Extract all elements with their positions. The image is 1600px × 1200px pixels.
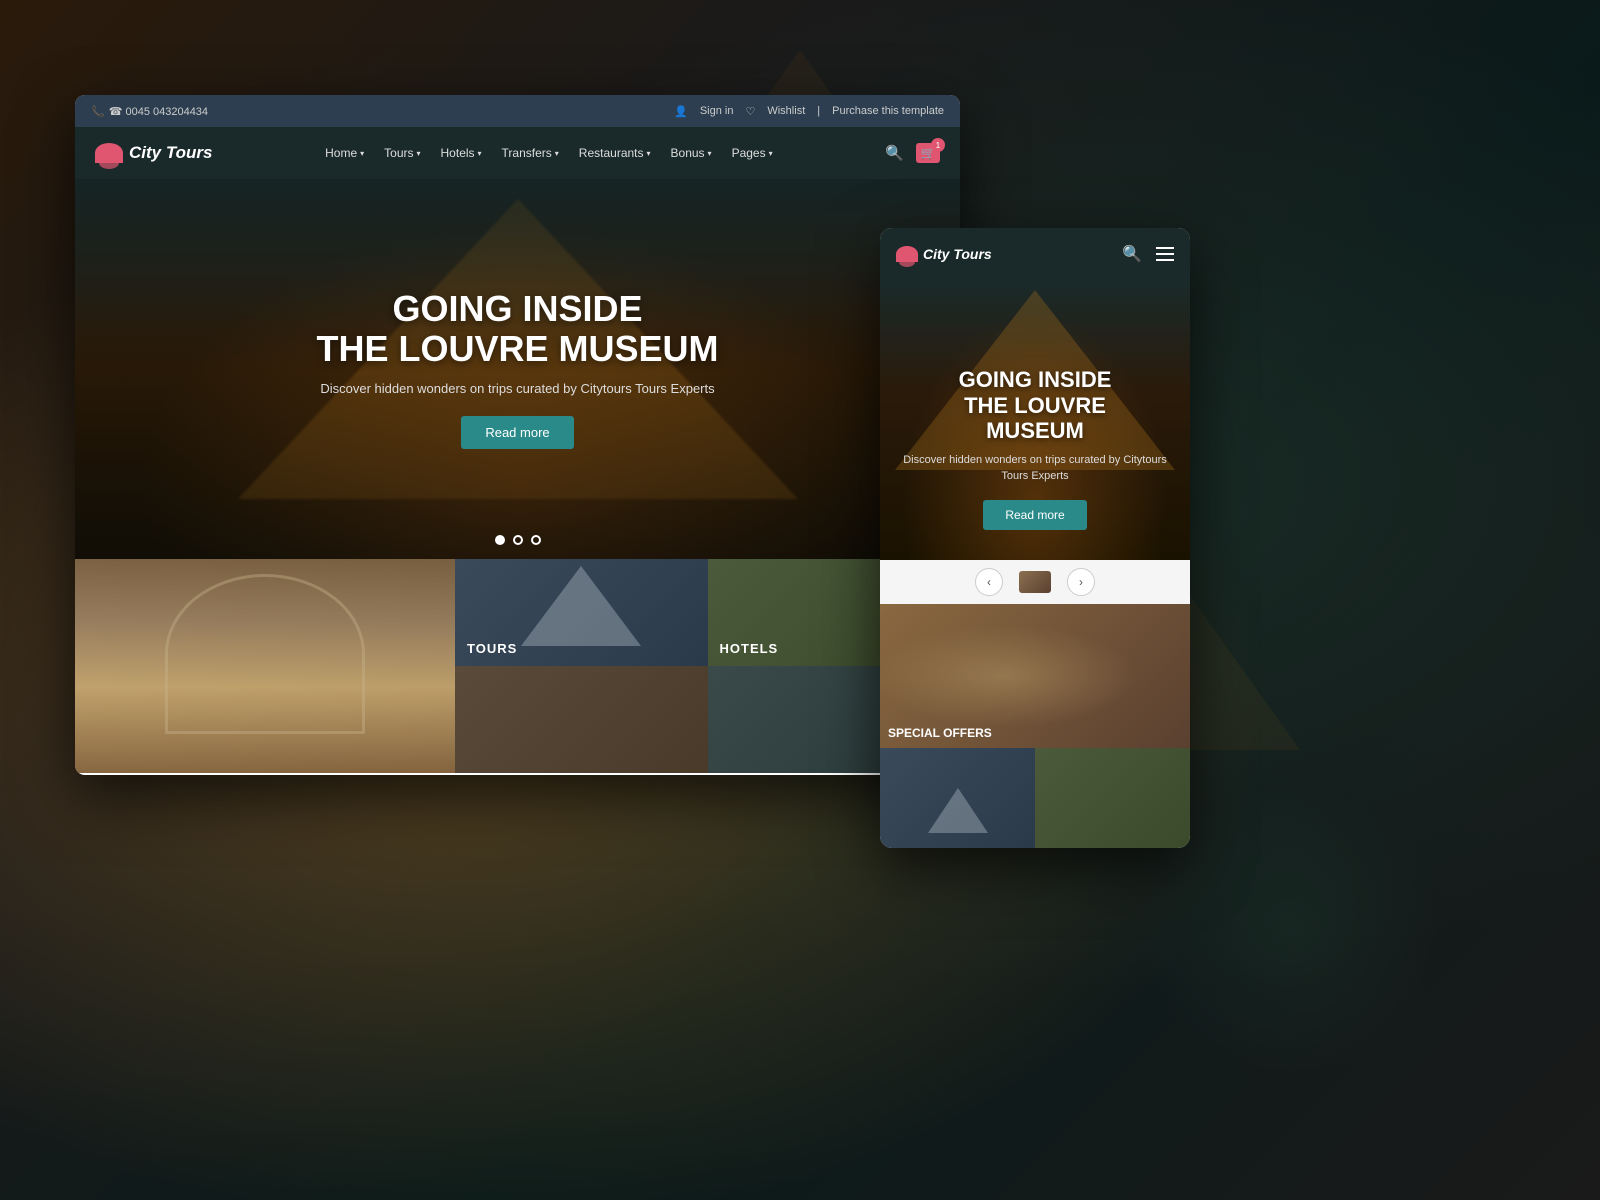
mobile-hero-content: GOING INSIDE THE LOUVRE MUSEUM Discover …	[880, 367, 1190, 530]
cart-badge: 1	[931, 138, 945, 152]
nav-link-pages[interactable]: Pages	[732, 146, 773, 160]
mobile-gallery-photo-3[interactable]	[1035, 748, 1190, 848]
nav-item-pages[interactable]: Pages	[732, 146, 773, 160]
search-icon[interactable]: 🔍	[885, 144, 904, 162]
hero-read-more-button[interactable]: Read more	[461, 416, 573, 449]
hero-title: GOING INSIDE THE LOUVRE MUSEUM	[316, 289, 718, 368]
purchase-link[interactable]: Purchase this template	[832, 105, 944, 117]
desktop-hero: GOING INSIDE THE LOUVRE MUSEUM Discover …	[75, 179, 960, 559]
hero-content: GOING INSIDE THE LOUVRE MUSEUM Discover …	[316, 289, 718, 448]
gallery-main-photo	[75, 559, 455, 773]
mobile-hero: GOING INSIDE THE LOUVRE MUSEUM Discover …	[880, 280, 1190, 560]
mobile-special-offers-label: SPECIAL OFFERS	[888, 726, 992, 740]
top-bar-right: 👤 Sign in ♡ Wishlist | Purchase this tem…	[674, 105, 944, 118]
nav-link-transfers[interactable]: Transfers	[502, 146, 559, 160]
nav-link-bonus[interactable]: Bonus	[671, 146, 712, 160]
hamburger-line-1	[1156, 247, 1174, 249]
mobile-read-more-button[interactable]: Read more	[983, 500, 1086, 530]
signin-link[interactable]: Sign in	[700, 105, 734, 117]
user-icon: 👤	[674, 105, 688, 118]
mobile-nav-icons: 🔍	[1122, 244, 1174, 264]
nav-link-hotels[interactable]: Hotels	[441, 146, 482, 160]
phone-number: ☎ 0045 043204434	[109, 105, 208, 118]
logo-text: City Tours	[129, 143, 212, 163]
nav-item-tours[interactable]: Tours	[384, 146, 420, 160]
separator: |	[817, 105, 820, 117]
top-bar-left: 📞 ☎ 0045 043204434	[91, 105, 208, 118]
desktop-window: 📞 ☎ 0045 043204434 👤 Sign in ♡ Wishlist …	[75, 95, 960, 775]
nav-item-home[interactable]: Home	[325, 146, 364, 160]
dot-3[interactable]	[531, 535, 541, 545]
phone-icon: 📞	[91, 105, 105, 118]
heart-icon: ♡	[745, 105, 755, 118]
mobile-gallery: SPECIAL OFFERS	[880, 604, 1190, 848]
mobile-nav: City Tours 🔍	[880, 228, 1190, 280]
dot-2[interactable]	[513, 535, 523, 545]
carousel-prev-button[interactable]: ‹	[975, 568, 1003, 596]
gallery-photo-3[interactable]	[455, 666, 708, 773]
wishlist-link[interactable]: Wishlist	[767, 105, 805, 117]
carousel-next-button[interactable]: ›	[1067, 568, 1095, 596]
tours-label: TOURS	[467, 641, 517, 656]
cart-button[interactable]: 🛒 1	[916, 143, 940, 163]
nav-item-transfers[interactable]: Transfers	[502, 146, 559, 160]
carousel-thumbnail	[1019, 571, 1051, 593]
hero-dots	[495, 535, 541, 545]
mobile-search-icon[interactable]: 🔍	[1122, 244, 1142, 264]
logo-icon	[95, 143, 123, 163]
top-bar: 📞 ☎ 0045 043204434 👤 Sign in ♡ Wishlist …	[75, 95, 960, 127]
desktop-logo[interactable]: City Tours	[95, 143, 212, 163]
hotels-label: HOTELS	[720, 641, 779, 656]
mobile-hero-subtitle: Discover hidden wonders on trips curated…	[880, 453, 1190, 484]
hamburger-line-3	[1156, 259, 1174, 261]
dot-1[interactable]	[495, 535, 505, 545]
nav-item-bonus[interactable]: Bonus	[671, 146, 712, 160]
nav-bar: City Tours Home Tours Hotels Transfers R…	[75, 127, 960, 179]
mobile-special-offers-photo[interactable]: SPECIAL OFFERS	[880, 604, 1190, 748]
nav-link-tours[interactable]: Tours	[384, 146, 420, 160]
nav-link-home[interactable]: Home	[325, 146, 364, 160]
mobile-carousel-controls: ‹ ›	[880, 560, 1190, 604]
nav-icons: 🔍 🛒 1	[885, 143, 940, 163]
mobile-logo-text: City Tours	[923, 246, 992, 262]
mobile-logo-icon	[896, 246, 918, 262]
mobile-gallery-photo-2[interactable]	[880, 748, 1035, 848]
mobile-logo[interactable]: City Tours	[896, 246, 992, 262]
fountain-arch	[165, 574, 365, 734]
hero-subtitle: Discover hidden wonders on trips curated…	[316, 381, 718, 396]
desktop-gallery: TOURS HOTELS	[75, 559, 960, 773]
gallery-tours-photo[interactable]: TOURS	[455, 559, 708, 666]
mobile-window: City Tours 🔍 GOING INSIDE THE LOUVRE MUS…	[880, 228, 1190, 848]
nav-link-restaurants[interactable]: Restaurants	[579, 146, 651, 160]
nav-item-restaurants[interactable]: Restaurants	[579, 146, 651, 160]
nav-item-hotels[interactable]: Hotels	[441, 146, 482, 160]
mobile-hero-title: GOING INSIDE THE LOUVRE MUSEUM	[880, 367, 1190, 443]
mobile-menu-button[interactable]	[1156, 247, 1174, 261]
hamburger-line-2	[1156, 253, 1174, 255]
nav-links: Home Tours Hotels Transfers Restaurants …	[325, 146, 772, 160]
